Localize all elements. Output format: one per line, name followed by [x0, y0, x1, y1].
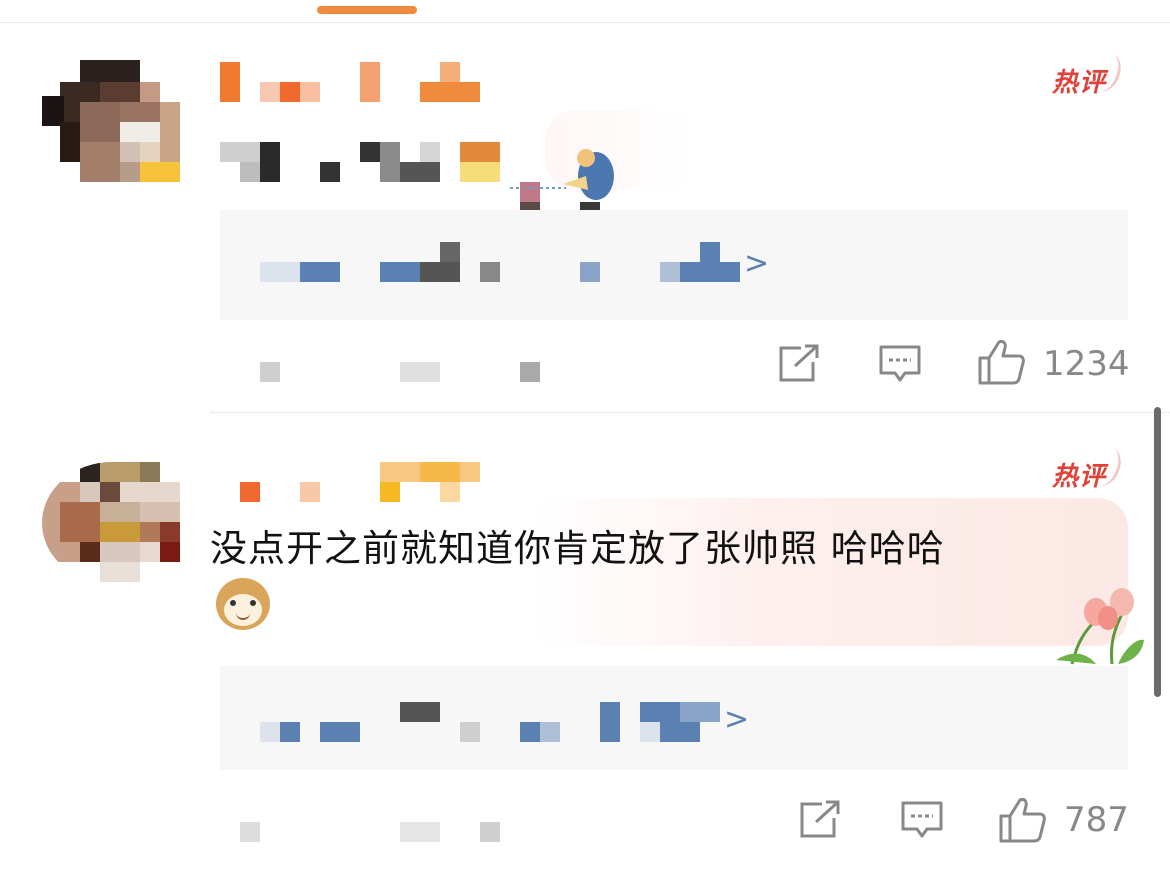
comment-text: 没点开之前就知道你肯定放了张帅照 哈哈哈 — [210, 527, 945, 570]
like-count: 787 — [1064, 800, 1129, 840]
thumbs-up-icon[interactable] — [977, 338, 1027, 386]
cat-emoji-icon — [216, 578, 270, 630]
scrollbar[interactable] — [1154, 407, 1161, 697]
hot-comment-badge: 热评 — [1052, 442, 1126, 493]
hot-comment-badge: 热评 — [1052, 48, 1126, 99]
comment-icon[interactable] — [900, 800, 944, 840]
share-icon[interactable] — [798, 800, 842, 840]
share-icon[interactable] — [777, 344, 821, 384]
thumbs-up-icon[interactable] — [998, 796, 1048, 844]
like-count: 1234 — [1043, 344, 1130, 384]
reply-expand-chevron[interactable]: > — [744, 246, 769, 281]
comment-icon[interactable] — [878, 344, 922, 384]
active-tab-indicator — [317, 6, 417, 14]
bird-icon — [510, 149, 614, 200]
user-avatar[interactable] — [42, 60, 182, 182]
tulip-sticker-icon — [1056, 588, 1144, 665]
top-divider — [0, 22, 1170, 23]
comment-divider — [210, 412, 1170, 413]
user-avatar[interactable] — [42, 462, 182, 584]
reply-expand-chevron[interactable]: > — [724, 702, 749, 737]
